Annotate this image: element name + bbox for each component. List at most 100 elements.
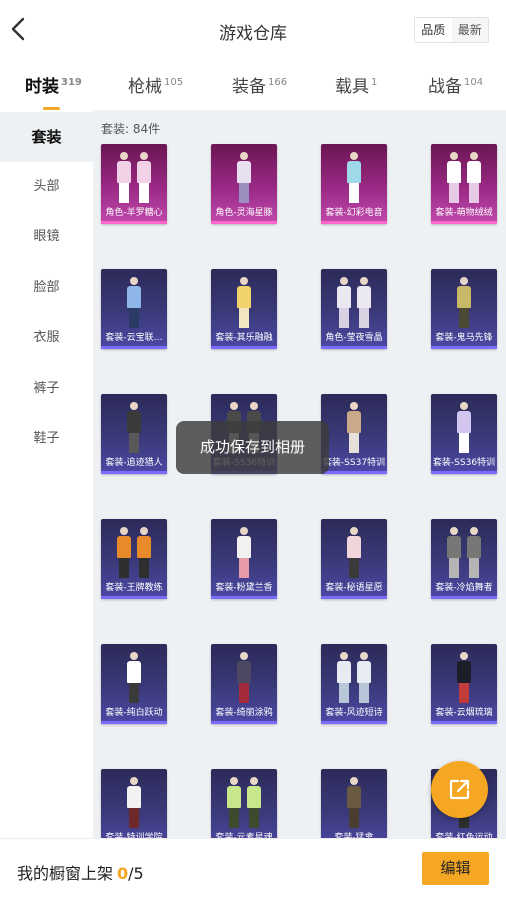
item-card[interactable]: 套装-绮丽涂鸦 [211,644,277,724]
sort-toggle[interactable]: 品质 最新 [414,17,489,43]
rarity-bar [101,221,167,224]
character-figure [125,277,143,329]
character-figure [445,152,463,204]
tab-guns[interactable]: 枪械 105 [128,72,183,97]
character-figure [245,777,263,829]
sort-option-newest[interactable]: 最新 [452,18,489,42]
sidebar-item-clothes[interactable]: 衣服 [0,313,93,363]
item-name: 角色-莹夜雪晶 [325,333,383,343]
sidebar-item-head[interactable]: 头部 [0,162,93,212]
item-card[interactable]: 套装-猛禽 [321,769,387,838]
character-figure [355,652,373,704]
character-figure [125,652,143,704]
character-figure [455,402,473,454]
item-card[interactable]: 套装-SS37特训 [321,394,387,474]
sort-option-quality[interactable]: 品质 [415,18,452,42]
character-figure [235,652,253,704]
item-name: 套装-幻彩电音 [325,208,383,218]
bottom-bar: 我的橱窗上架 0/5 编辑 [0,838,506,897]
character-figure [345,152,363,204]
rarity-bar [431,596,497,599]
showcase-status: 我的橱窗上架 0/5 [17,860,144,884]
item-name: 角色-羊罗糖心 [105,208,163,218]
sidebar-item-face[interactable]: 脸部 [0,263,93,313]
item-card[interactable]: 套装-SS36特训 [431,394,497,474]
rarity-bar [321,471,387,474]
tab-count: 319 [61,77,82,88]
item-card[interactable]: 角色-莹夜雪晶 [321,269,387,349]
item-name: 套装-粉黛兰香 [215,583,273,593]
item-card[interactable]: 套装-粉黛兰香 [211,519,277,599]
tab-count: 104 [464,77,484,88]
rarity-bar [321,596,387,599]
item-name: 套装-SS37特训 [322,458,386,468]
character-figure [445,527,463,579]
tab-battle-gear[interactable]: 战备 104 [428,72,483,97]
edit-button[interactable]: 编辑 [422,852,489,885]
item-name: 套装-秘语星愿 [325,583,383,593]
character-figure [235,152,253,204]
character-figure [235,527,253,579]
share-external-icon [449,779,470,800]
character-figure [345,527,363,579]
rarity-bar [211,221,277,224]
character-figure [115,152,133,204]
character-figure [465,152,483,204]
character-figure [135,152,153,204]
item-card[interactable]: 套装-冷焰舞者 [431,519,497,599]
rarity-bar [101,721,167,724]
sidebar-item-shoes[interactable]: 鞋子 [0,414,93,464]
character-figure [455,652,473,704]
item-name: 套装-风迹短诗 [325,708,383,718]
rarity-bar [321,221,387,224]
share-button[interactable] [431,761,488,818]
item-card[interactable]: 套装-风迹短诗 [321,644,387,724]
rarity-bar [321,721,387,724]
tab-equipment[interactable]: 装备 166 [232,72,287,97]
item-artwork [321,769,387,838]
character-figure [125,777,143,829]
tab-fashion[interactable]: 时装 319 [25,72,82,110]
item-card[interactable]: 套装-萌物绒绒 [431,144,497,224]
item-name: 套装-云烟琉璃 [435,708,493,718]
item-card[interactable]: 套装-幻彩电音 [321,144,387,224]
item-card[interactable]: 角色-羊罗糖心 [101,144,167,224]
rarity-bar [101,596,167,599]
item-card[interactable]: 套装-特训学院 [101,769,167,838]
item-card[interactable]: 套装-王牌教练 [101,519,167,599]
item-card[interactable]: 套装-鬼马先锋 [431,269,497,349]
item-card[interactable]: 套装-纯白跃动 [101,644,167,724]
character-figure [335,652,353,704]
item-card[interactable]: 套装-其乐融融 [211,269,277,349]
item-artwork [211,769,277,838]
item-artwork [101,769,167,838]
item-card[interactable]: 套装-云宝联… [101,269,167,349]
category-tabs: 时装 319 枪械 105 装备 166 载具 1 战备 104 [0,62,506,110]
sidebar-item-pants[interactable]: 裤子 [0,364,93,414]
tab-label: 枪械 [128,77,162,97]
showcase-total: /5 [128,864,144,883]
tab-vehicles[interactable]: 载具 1 [335,72,377,97]
character-figure [355,277,373,329]
item-card[interactable]: 套装-云烟琉璃 [431,644,497,724]
character-figure [135,527,153,579]
item-card[interactable]: 套装-元素星魂 [211,769,277,838]
item-name: 套装-鬼马先锋 [435,333,493,343]
tab-count: 166 [268,77,288,88]
rarity-bar [321,346,387,349]
sidebar-item-suits[interactable]: 套装 [0,112,93,162]
character-figure [225,777,243,829]
rarity-bar [431,221,497,224]
item-name: 套装-萌物绒绒 [435,208,493,218]
rarity-bar [431,721,497,724]
item-card[interactable]: 角色-灵海星豚 [211,144,277,224]
item-name: 套装-绮丽涂鸦 [215,708,273,718]
tab-count: 1 [371,77,378,88]
sidebar: 套装 头部 眼镜 脸部 衣服 裤子 鞋子 [0,110,93,838]
character-figure [465,527,483,579]
sidebar-item-glasses[interactable]: 眼镜 [0,212,93,262]
item-card[interactable]: 套装-秘语星愿 [321,519,387,599]
item-count-label: 套装: 84件 [101,122,161,136]
item-card[interactable]: 套装-追迹猎人 [101,394,167,474]
item-name: 套装-纯白跃动 [105,708,163,718]
